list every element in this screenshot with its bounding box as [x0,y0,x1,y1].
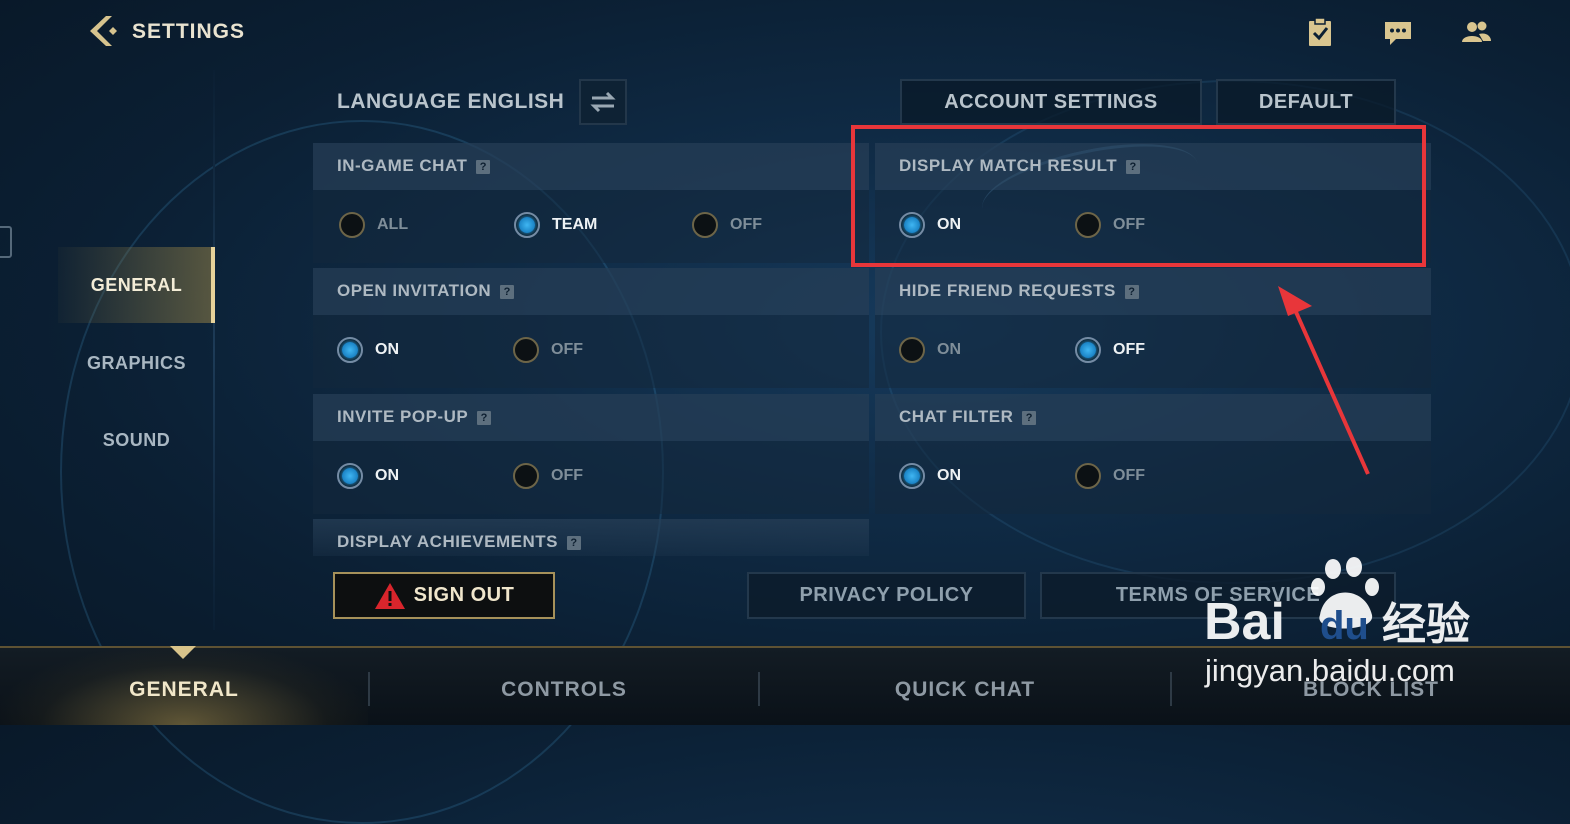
radio-circle [1075,463,1101,489]
radio-circle [513,337,539,363]
warning-triangle-icon [374,582,405,609]
radio-on[interactable]: ON [899,334,961,366]
radio-on[interactable]: ON [337,460,399,492]
language-label: LANGUAGE ENGLISH [337,90,565,113]
default-button[interactable]: DEFAULT [1216,79,1396,125]
radio-circle [337,337,363,363]
setting-invite-pop-up: INVITE POP-UP? ON OFF [313,394,869,514]
radio-off[interactable]: OFF [1075,334,1145,366]
radio-all[interactable]: ALL [339,209,408,241]
option-label: OFF [551,341,583,358]
setting-title: CHAT FILTER [899,407,1014,426]
radio-off[interactable]: OFF [513,460,583,492]
option-label: OFF [1113,467,1145,484]
setting-title: INVITE POP-UP [337,407,469,426]
option-label: ON [937,467,961,484]
tab-quick-chat[interactable]: QUICK CHAT [760,648,1170,725]
help-icon[interactable]: ? [500,284,515,299]
help-icon[interactable]: ? [1124,284,1139,299]
radio-on[interactable]: ON [337,334,399,366]
setting-in-game-chat: IN-GAME CHAT? ALL TEAM OFF [313,143,869,263]
setting-title: IN-GAME CHAT [337,156,468,175]
help-icon[interactable]: ? [476,159,491,174]
radio-circle [339,212,365,238]
setting-display-achievements: DISPLAY ACHIEVEMENTS? [313,519,869,556]
swap-arrows-icon [590,91,616,113]
watermark-brand: Bai [1204,593,1285,651]
account-settings-button[interactable]: ACCOUNT SETTINGS [900,79,1202,125]
radio-circle [513,463,539,489]
help-icon[interactable]: ? [566,535,581,550]
option-label: ON [375,467,399,484]
chat-bubble-icon [1385,22,1411,45]
radio-off[interactable]: OFF [513,334,583,366]
radio-team[interactable]: TEAM [514,209,597,241]
option-label: OFF [730,216,762,233]
watermark-url: jingyan.baidu.com [1205,653,1455,688]
annotation-highlight-box [851,125,1426,267]
sign-out-label: SIGN OUT [413,584,515,606]
help-icon[interactable]: ? [1022,410,1037,425]
annotation-arrow-icon [1278,286,1370,475]
back-button[interactable] [84,12,122,50]
help-icon[interactable]: ? [477,410,492,425]
friends-button[interactable] [1460,16,1492,48]
back-chevron-icon [90,16,117,46]
setting-open-invitation: OPEN INVITATION? ON OFF [313,268,869,388]
tab-general[interactable]: GENERAL [0,648,368,725]
radio-on[interactable]: ON [899,460,961,492]
sidebar-item-general[interactable]: GENERAL [58,247,215,323]
watermark-brand-suffix: du [1320,604,1369,648]
option-label: OFF [551,467,583,484]
option-label: ALL [377,216,409,233]
radio-circle [514,212,540,238]
language-switch-button[interactable] [579,79,627,125]
radio-circle [337,463,363,489]
tab-controls[interactable]: CONTROLS [370,648,758,725]
setting-title: HIDE FRIEND REQUESTS [899,281,1116,300]
sign-out-button[interactable]: SIGN OUT [333,572,555,619]
setting-title: DISPLAY ACHIEVEMENTS [337,532,558,551]
setting-title: OPEN INVITATION [337,281,492,300]
option-label: TEAM [552,216,598,233]
clipboard-check-icon [1309,17,1331,46]
friends-icon [1462,21,1491,42]
chat-button[interactable] [1382,16,1414,48]
missions-button[interactable] [1304,16,1336,48]
radio-circle [899,337,925,363]
watermark-cn-text: 经验 [1382,599,1470,650]
sidebar-item-graphics[interactable]: GRAPHICS [58,325,215,401]
option-label: ON [375,341,399,358]
privacy-policy-button[interactable]: PRIVACY POLICY [747,572,1026,619]
radio-circle [692,212,718,238]
radio-circle [899,463,925,489]
page-title: SETTINGS [132,20,246,43]
sidebar-item-sound[interactable]: SOUND [58,402,215,478]
radio-off[interactable]: OFF [1075,460,1145,492]
active-tab-caret-icon [170,646,196,659]
option-label: OFF [1113,341,1145,358]
radio-circle [1075,337,1101,363]
side-panel-handle[interactable] [0,226,12,258]
radio-off[interactable]: OFF [692,209,762,241]
option-label: ON [937,341,961,358]
